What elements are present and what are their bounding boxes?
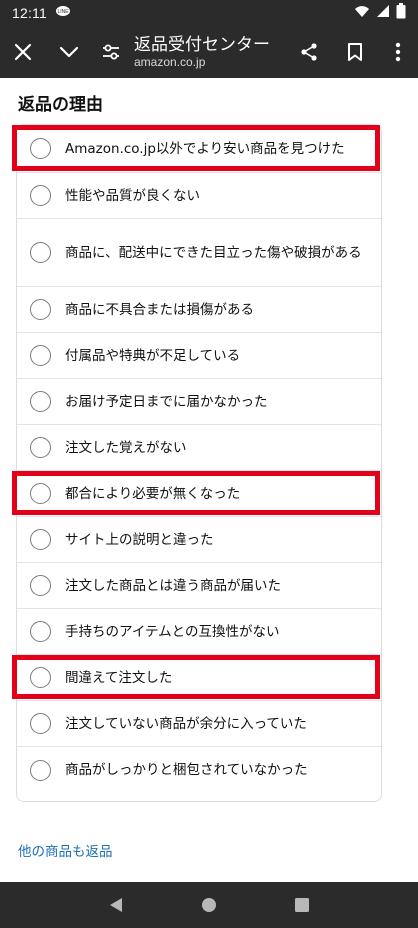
reason-label: 注文した覚えがない bbox=[65, 439, 187, 456]
page-title-bar: 返品受付センター bbox=[134, 34, 270, 55]
nav-recents-button[interactable] bbox=[287, 890, 317, 920]
bookmark-button[interactable] bbox=[332, 26, 378, 78]
reason-label: 注文していない商品が余分に入っていた bbox=[65, 715, 307, 732]
svg-text:LINE: LINE bbox=[57, 9, 69, 15]
nav-home-button[interactable] bbox=[194, 890, 224, 920]
page-url: amazon.co.jp bbox=[134, 54, 206, 69]
more-options-button[interactable] bbox=[378, 26, 418, 78]
radio-button[interactable] bbox=[30, 575, 51, 596]
reason-label: 間違えて注文した bbox=[65, 669, 173, 686]
more-vert-icon bbox=[395, 42, 401, 62]
minimize-button[interactable] bbox=[46, 26, 92, 78]
reason-option[interactable]: 商品に、配送中にできた目立った傷や破損がある bbox=[17, 219, 381, 287]
reason-label: Amazon.co.jp以外でより安い商品を見つけた bbox=[65, 140, 345, 157]
reason-option[interactable]: 注文した商品とは違う商品が届いた bbox=[17, 563, 381, 609]
chevron-down-icon bbox=[59, 46, 79, 58]
reason-option[interactable]: 手持ちのアイテムとの互換性がない bbox=[17, 609, 381, 655]
reason-option[interactable]: 付属品や特典が不足している bbox=[17, 333, 381, 379]
reason-option[interactable]: サイト上の説明と違った bbox=[17, 517, 381, 563]
radio-button[interactable] bbox=[30, 621, 51, 642]
reason-option[interactable]: 注文した覚えがない bbox=[17, 425, 381, 471]
status-bar: 12:11 LINE bbox=[0, 0, 418, 26]
reason-label: 性能や品質が良くない bbox=[65, 187, 200, 204]
system-nav-bar bbox=[0, 882, 418, 928]
reason-option[interactable]: 注文していない商品が余分に入っていた bbox=[17, 701, 381, 747]
reason-option[interactable]: 間違えて注文した bbox=[17, 655, 381, 701]
reason-option[interactable]: 性能や品質が良くない bbox=[17, 173, 381, 219]
reason-label: 商品がしっかりと梱包されていなかった bbox=[65, 762, 308, 778]
radio-button[interactable] bbox=[30, 759, 51, 781]
back-icon bbox=[110, 898, 123, 912]
wifi-icon bbox=[354, 4, 370, 22]
reason-label: サイト上の説明と違った bbox=[65, 531, 214, 548]
share-button[interactable] bbox=[286, 26, 332, 78]
radio-button[interactable] bbox=[30, 138, 51, 159]
radio-button[interactable] bbox=[30, 299, 51, 320]
cell-signal-icon bbox=[376, 4, 390, 22]
reason-option[interactable]: 商品がしっかりと梱包されていなかった bbox=[17, 747, 381, 793]
line-app-icon: LINE bbox=[55, 5, 71, 21]
radio-button[interactable] bbox=[30, 345, 51, 366]
nav-back-button[interactable] bbox=[101, 890, 131, 920]
return-reason-list: Amazon.co.jp以外でより安い商品を見つけた 性能や品質が良くない商品に、… bbox=[16, 124, 382, 802]
reason-label: 手持ちのアイテムとの互換性がない bbox=[65, 623, 280, 640]
toolbar-title-area[interactable]: 返品受付センター amazon.co.jp bbox=[130, 35, 286, 70]
reason-label: お届け予定日までに届かなかった bbox=[65, 393, 268, 410]
home-icon bbox=[201, 898, 216, 912]
close-button[interactable] bbox=[0, 26, 46, 78]
radio-button[interactable] bbox=[30, 713, 51, 734]
share-icon bbox=[301, 43, 317, 61]
page-settings-button[interactable] bbox=[92, 26, 130, 78]
reason-label: 都合により必要が無くなった bbox=[65, 485, 241, 502]
browser-toolbar: 返品受付センター amazon.co.jp bbox=[0, 26, 418, 78]
close-icon bbox=[14, 43, 32, 61]
radio-button[interactable] bbox=[30, 391, 51, 412]
radio-button[interactable] bbox=[30, 667, 51, 688]
return-other-items-link[interactable]: 他の商品も返品 bbox=[18, 840, 113, 860]
reason-option[interactable]: お届け予定日までに届かなかった bbox=[17, 379, 381, 425]
reason-label: 付属品や特典が不足している bbox=[65, 347, 241, 364]
section-heading: 返品の理由 bbox=[18, 95, 103, 115]
recents-icon bbox=[294, 898, 309, 912]
reason-option[interactable]: 都合により必要が無くなった bbox=[17, 471, 381, 517]
radio-button[interactable] bbox=[30, 242, 51, 263]
battery-icon bbox=[396, 3, 406, 23]
bookmark-icon bbox=[348, 43, 362, 61]
reason-option[interactable]: 商品に不具合または損傷がある bbox=[17, 287, 381, 333]
reason-option[interactable]: Amazon.co.jp以外でより安い商品を見つけた bbox=[17, 125, 381, 173]
radio-button[interactable] bbox=[30, 437, 51, 458]
reason-label: 商品に、配送中にできた目立った傷や破損がある bbox=[65, 244, 362, 261]
reason-label: 商品に不具合または損傷がある bbox=[65, 301, 254, 318]
reason-label: 注文した商品とは違う商品が届いた bbox=[65, 577, 281, 594]
radio-button[interactable] bbox=[30, 185, 51, 206]
radio-button[interactable] bbox=[30, 483, 51, 504]
status-time: 12:11 bbox=[12, 5, 47, 21]
page-settings-icon bbox=[103, 44, 119, 60]
radio-button[interactable] bbox=[30, 529, 51, 550]
